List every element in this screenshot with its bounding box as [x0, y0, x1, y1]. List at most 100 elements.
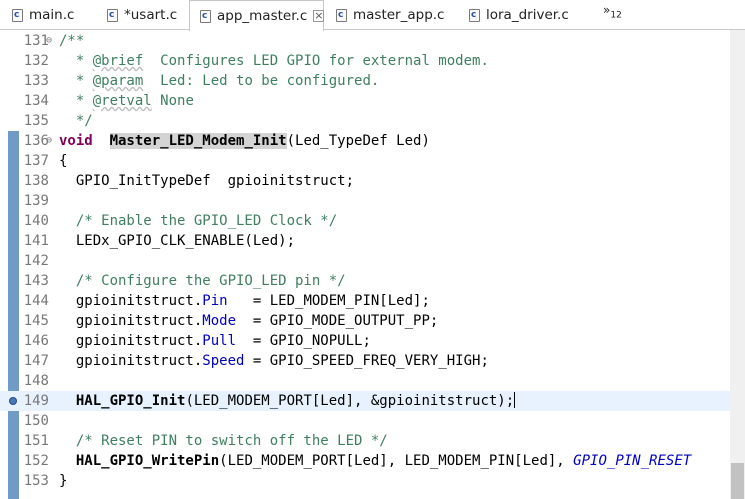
code-line[interactable]: 150: [0, 411, 745, 431]
code-text: * @brief Configures LED GPIO for externa…: [59, 51, 489, 71]
code-token: {: [59, 153, 68, 169]
code-text: /* Reset PIN to switch off the LED */: [59, 431, 388, 451]
line-number: 136: [23, 133, 49, 149]
c-file-icon-glyph: c: [14, 9, 20, 20]
breakpoint-marker-icon[interactable]: [9, 397, 17, 405]
code-text: /* Configure the GPIO_LED pin */: [59, 271, 346, 291]
code-line[interactable]: 145 gpioinitstruct.Mode = GPIO_MODE_OUTP…: [0, 311, 745, 331]
code-token: Mode: [202, 313, 237, 329]
line-number: 147: [23, 353, 49, 369]
code-token: GPIO_PIN_RESET: [573, 453, 692, 469]
line-number: 141: [23, 233, 49, 249]
code-line[interactable]: 141 LEDx_GPIO_CLK_ENABLE(Led);: [0, 231, 745, 251]
code-text: * @param Led: Led to be configured.: [59, 71, 379, 91]
code-token: GPIO_InitTypeDef gpioinitstruct;: [59, 173, 355, 189]
code-text: HAL_GPIO_WritePin(LED_MODEM_PORT[Led], L…: [59, 451, 691, 471]
code-line[interactable]: 133 * @param Led: Led to be configured.: [0, 71, 745, 91]
code-token: = GPIO_SPEED_FREQ_VERY_HIGH;: [244, 353, 489, 369]
fold-collapse-icon[interactable]: ⊖: [46, 31, 52, 51]
c-file-icon-glyph: c: [338, 9, 344, 20]
code-token: gpioinitstruct.: [59, 293, 203, 309]
code-token: (Led_TypeDef Led): [286, 133, 430, 149]
code-token: *: [59, 73, 93, 89]
code-token: Pull: [202, 333, 237, 349]
tab-main-c[interactable]: c main.c: [8, 0, 100, 30]
code-line[interactable]: 137 {: [0, 151, 745, 171]
editor-tab-bar: c main.c c *usart.c c app_master.c × c master_ap…: [0, 0, 745, 31]
code-line[interactable]: 136 ⊖ void Master_LED_Modem_Init(Led_TypeD…: [0, 131, 745, 151]
code-text: */: [59, 111, 93, 131]
code-token: /**: [59, 33, 85, 49]
code-token: = GPIO_MODE_OUTPUT_PP;: [236, 313, 439, 329]
code-line[interactable]: 138 GPIO_InitTypeDef gpioinitstruct;: [0, 171, 745, 191]
code-line[interactable]: 134 * @retval None: [0, 91, 745, 111]
tab-label: app_master.c: [217, 8, 308, 24]
code-token: gpioinitstruct.: [59, 313, 203, 329]
c-file-icon: c: [469, 8, 480, 22]
code-token: *: [59, 93, 93, 109]
vertical-scrollbar-thumb[interactable]: [731, 463, 744, 499]
code-line[interactable]: 140 /* Enable the GPIO_LED Clock */: [0, 211, 745, 231]
code-text: gpioinitstruct.Pin = LED_MODEM_PIN[Led];: [59, 291, 430, 311]
c-file-icon-glyph: c: [109, 9, 115, 20]
line-number: 137: [23, 153, 49, 169]
code-token: HAL_GPIO_WritePin: [75, 453, 220, 469]
text-caret: [514, 392, 516, 408]
code-line[interactable]: 144 gpioinitstruct.Pin = LED_MODEM_PIN[L…: [0, 291, 745, 311]
code-text: {: [59, 151, 67, 171]
tab-label: *usart.c: [124, 7, 178, 23]
code-line[interactable]: 151 /* Reset PIN to switch off the LED *…: [0, 431, 745, 451]
line-number: 135: [23, 113, 49, 129]
close-tab-icon[interactable]: ×: [313, 10, 325, 22]
line-number: 153: [23, 473, 49, 489]
c-file-icon: c: [336, 8, 347, 22]
code-text: HAL_GPIO_Init(LED_MODEM_PORT[Led], &gpio…: [59, 391, 516, 411]
code-token: Pin: [202, 293, 228, 309]
code-line[interactable]: 132 * @brief Configures LED GPIO for ext…: [0, 51, 745, 71]
line-number: 148: [23, 373, 49, 389]
code-token: None: [151, 93, 194, 109]
line-number: 131: [23, 33, 49, 49]
fold-collapse-icon[interactable]: ⊖: [46, 131, 52, 151]
hidden-tab-count: 12: [610, 10, 622, 21]
code-token: gpioinitstruct.: [59, 333, 203, 349]
code-line[interactable]: 149 HAL_GPIO_Init(LED_MODEM_PORT[Led], &…: [0, 391, 745, 411]
code-line[interactable]: 153}: [0, 471, 745, 491]
code-token: *: [59, 53, 93, 69]
code-editor[interactable]: 131 ⊖/** 132 * @brief Configures LED GPIO …: [0, 30, 745, 499]
code-line[interactable]: 148: [0, 371, 745, 391]
c-file-icon-glyph: c: [202, 10, 208, 21]
code-token: /* Reset PIN to switch off the LED */: [59, 433, 388, 449]
code-text: LEDx_GPIO_CLK_ENABLE(Led);: [59, 231, 295, 251]
vertical-scrollbar[interactable]: [730, 30, 745, 499]
code-text: gpioinitstruct.Mode = GPIO_MODE_OUTPUT_P…: [59, 311, 438, 331]
code-token: @param: [92, 73, 144, 89]
code-text: /**: [59, 31, 84, 51]
code-token: gpioinitstruct.: [59, 353, 203, 369]
code-line[interactable]: 131 ⊖ /**: [0, 31, 745, 51]
code-line[interactable]: 135 */: [0, 111, 745, 131]
code-text: gpioinitstruct.Pull = GPIO_NOPULL;: [59, 331, 371, 351]
tab-master-app-c[interactable]: c master_app.c: [332, 0, 462, 30]
line-number: 132: [23, 53, 49, 69]
code-line[interactable]: 147 gpioinitstruct.Speed = GPIO_SPEED_FR…: [0, 351, 745, 371]
code-line[interactable]: 146 gpioinitstruct.Pull = GPIO_NOPULL;: [0, 331, 745, 351]
code-token: }: [59, 473, 68, 489]
code-token: LEDx_GPIO_CLK_ENABLE(Led);: [59, 233, 296, 249]
c-file-icon: c: [12, 8, 23, 22]
tab-usart-c[interactable]: c *usart.c: [103, 0, 192, 30]
code-line[interactable]: 152 HAL_GPIO_WritePin(LED_MODEM_PORT[Led…: [0, 451, 745, 471]
line-number: 133: [23, 73, 49, 89]
line-number: 145: [23, 313, 49, 329]
code-token: HAL_GPIO_Init: [75, 393, 186, 409]
code-line[interactable]: 142: [0, 251, 745, 271]
line-number: 151: [23, 433, 49, 449]
tab-app-master-c[interactable]: c app_master.c ×: [189, 0, 325, 31]
code-token: @brief: [92, 53, 144, 69]
tab-lora-driver-c[interactable]: c lora_driver.c: [465, 0, 585, 30]
code-line[interactable]: 139: [0, 191, 745, 211]
code-line[interactable]: 143 /* Configure the GPIO_LED pin */: [0, 271, 745, 291]
tab-overflow-button[interactable]: »12: [603, 3, 622, 20]
line-number: 146: [23, 333, 49, 349]
code-token: Configures LED GPIO for external modem.: [143, 53, 489, 69]
